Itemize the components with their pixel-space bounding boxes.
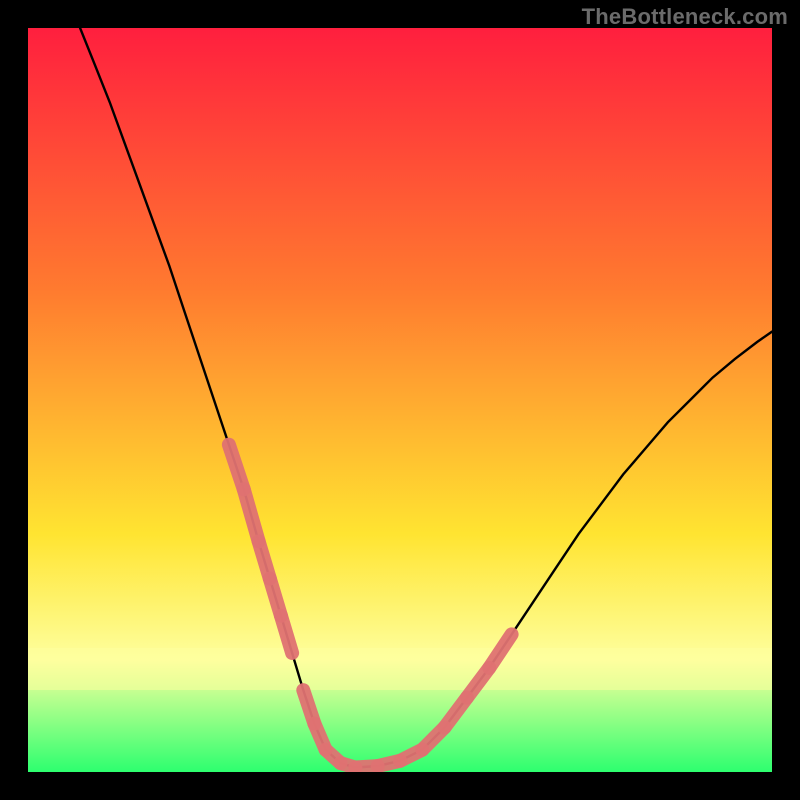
watermark-text: TheBottleneck.com — [582, 4, 788, 30]
bottleneck-chart — [28, 28, 772, 772]
highlight-band — [28, 648, 772, 690]
chart-frame — [28, 28, 772, 772]
